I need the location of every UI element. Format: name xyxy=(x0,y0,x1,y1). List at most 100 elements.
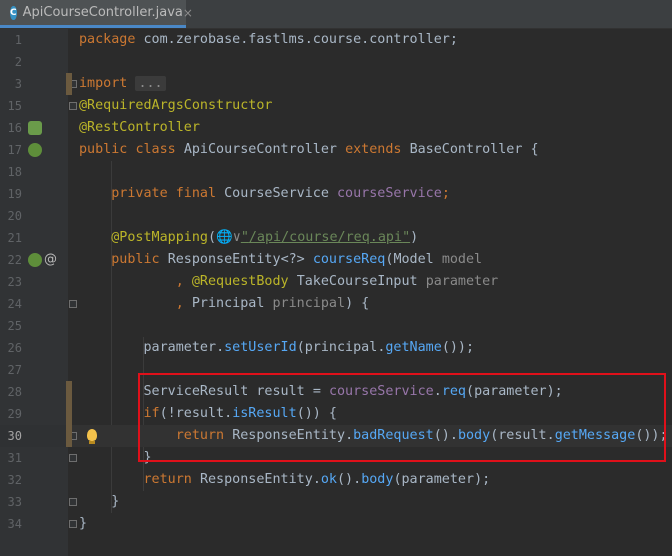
tab-label: ApiCourseController.java xyxy=(22,5,183,20)
at-symbol-icon[interactable]: @ xyxy=(44,249,57,271)
code-token: extends xyxy=(345,142,410,157)
line-number: 17 xyxy=(7,143,22,157)
code-line[interactable]: 34} xyxy=(0,513,672,535)
code-text: package com.zerobase.fastlms.course.cont… xyxy=(79,29,458,51)
code-token: class xyxy=(135,142,184,157)
lightbulb-base-icon xyxy=(89,441,95,444)
lightbulb-icon[interactable] xyxy=(87,429,97,441)
code-line[interactable]: 3 import ... xyxy=(0,73,672,95)
code-token: ... xyxy=(135,76,166,91)
code-token: @RestController xyxy=(79,120,200,135)
code-token: parameter xyxy=(79,340,217,355)
code-token: . xyxy=(312,472,321,487)
code-token: import xyxy=(79,76,136,91)
code-token: " xyxy=(402,230,411,245)
code-text: private final CourseService courseServic… xyxy=(79,183,450,205)
line-number: 30 xyxy=(7,429,22,443)
code-line[interactable]: 19 private final CourseService courseSer… xyxy=(0,183,672,205)
spring-run-icon[interactable] xyxy=(28,143,42,157)
fold-toggle-icon[interactable] xyxy=(69,454,77,462)
code-line[interactable]: 23 , @RequestBody TakeCourseInput parame… xyxy=(0,271,672,293)
change-marker xyxy=(66,73,72,95)
code-text: @RestController xyxy=(79,117,200,139)
code-token: { xyxy=(530,142,539,157)
code-line[interactable]: 15 @RequiredArgsConstructor xyxy=(0,95,672,117)
code-text: public ResponseEntity<?> courseReq(Model… xyxy=(79,249,482,271)
line-number: 22 xyxy=(7,253,22,267)
code-token: final xyxy=(175,186,225,201)
code-editor[interactable]: 1 package com.zerobase.fastlms.course.con… xyxy=(0,29,672,556)
code-line[interactable]: 25 xyxy=(0,315,672,337)
code-line[interactable]: 18 xyxy=(0,161,672,183)
line-number: 29 xyxy=(7,407,22,421)
line-number: 18 xyxy=(7,165,22,179)
code-token: getName xyxy=(385,340,442,355)
line-number: 32 xyxy=(7,473,22,487)
spring-run-icon[interactable] xyxy=(28,253,42,267)
code-text: @RequiredArgsConstructor xyxy=(79,95,272,117)
code-token: model xyxy=(441,252,483,267)
code-line[interactable]: 24 , Principal principal) { xyxy=(0,293,672,315)
code-text: , @RequestBody TakeCourseInput parameter xyxy=(79,271,499,293)
code-text: } xyxy=(79,491,119,513)
code-token: parameter xyxy=(425,274,499,289)
code-token: Model xyxy=(393,252,442,267)
code-token: } xyxy=(79,516,88,531)
code-line[interactable]: 22 public ResponseEntity<?> courseReq(Mo… xyxy=(0,249,672,271)
code-line[interactable]: 26 parameter.setUserId(principal.getName… xyxy=(0,337,672,359)
line-number: 21 xyxy=(7,231,22,245)
code-token: ) xyxy=(410,230,419,245)
code-token: ; xyxy=(441,186,450,201)
code-line[interactable]: 20 xyxy=(0,205,672,227)
code-token: ResponseEntity xyxy=(199,472,313,487)
code-line[interactable]: 16 @RestController xyxy=(0,117,672,139)
code-token: Principal xyxy=(191,296,273,311)
code-line[interactable]: 32 return ResponseEntity.ok().body(param… xyxy=(0,469,672,491)
code-line[interactable]: 21 @PostMapping(🌐∨"/api/course/req.api") xyxy=(0,227,672,249)
fold-toggle-icon[interactable] xyxy=(69,498,77,506)
code-token: TakeCourseInput xyxy=(296,274,426,289)
code-token: @RequestBody xyxy=(191,274,297,289)
code-text: @PostMapping(🌐∨"/api/course/req.api") xyxy=(79,227,418,249)
code-token: setUserId xyxy=(224,340,297,355)
code-text: parameter.setUserId(principal.getName())… xyxy=(79,337,474,359)
code-token: ); xyxy=(474,472,491,487)
code-token: parameter xyxy=(401,472,475,487)
code-token: ( xyxy=(393,472,402,487)
code-line[interactable]: 17 public class ApiCourseController exten… xyxy=(0,139,672,161)
line-number: 15 xyxy=(7,99,22,113)
change-marker xyxy=(66,403,72,425)
code-line[interactable]: 33 } xyxy=(0,491,672,513)
code-token: /api/course/req.api xyxy=(248,230,403,245)
highlight-box xyxy=(138,373,666,462)
code-token: @PostMapping xyxy=(79,230,208,245)
change-marker xyxy=(66,425,72,447)
line-number: 19 xyxy=(7,187,22,201)
code-token: } xyxy=(79,494,120,509)
code-token: principal xyxy=(304,340,378,355)
fold-toggle-icon[interactable] xyxy=(69,300,77,308)
fold-toggle-icon[interactable] xyxy=(69,520,77,528)
code-text: import ... xyxy=(79,73,166,95)
code-token: ( xyxy=(296,340,305,355)
code-token: CourseService xyxy=(224,186,337,201)
code-token: public xyxy=(79,252,168,267)
line-number: 20 xyxy=(7,209,22,223)
java-class-icon: C xyxy=(10,5,17,20)
code-line[interactable]: 2 xyxy=(0,51,672,73)
code-token: com.zerobase.fastlms.course.controller; xyxy=(143,32,458,47)
close-icon[interactable]: × xyxy=(183,6,193,20)
fold-toggle-icon[interactable] xyxy=(69,102,77,110)
code-token: ( xyxy=(208,230,217,245)
code-line[interactable]: 1 package com.zerobase.fastlms.course.con… xyxy=(0,29,672,51)
code-text: } xyxy=(79,513,87,535)
code-token: ) { xyxy=(345,296,370,311)
line-number: 24 xyxy=(7,297,22,311)
line-number: 25 xyxy=(7,319,22,333)
line-number: 28 xyxy=(7,385,22,399)
code-token: (). xyxy=(337,472,362,487)
line-number: 3 xyxy=(14,77,22,91)
tab-api-course-controller[interactable]: C ApiCourseController.java × xyxy=(0,0,193,28)
code-token: body xyxy=(361,472,394,487)
spring-bean-icon[interactable] xyxy=(28,121,42,135)
